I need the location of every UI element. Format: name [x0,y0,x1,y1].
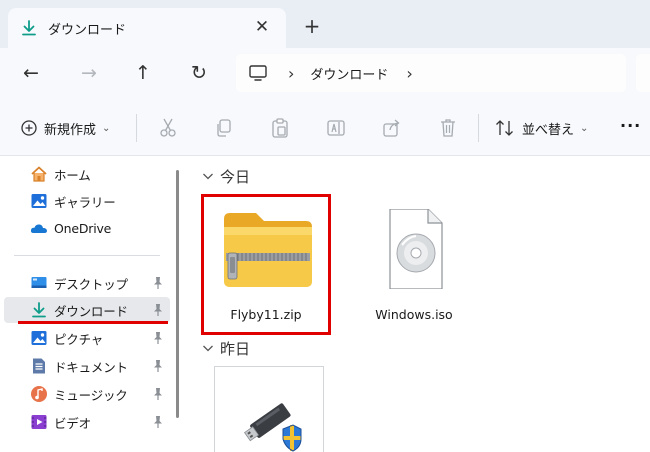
desktop-icon [31,277,47,288]
share-icon[interactable] [382,116,402,140]
cut-icon[interactable] [158,116,178,140]
music-icon [31,386,47,402]
navigation-bar: ← → ↑ ↻ › ダウンロード › [0,48,650,100]
sidebar-item-onedrive[interactable]: OneDrive [4,215,170,241]
usb-drive-shield-icon [243,403,302,452]
breadcrumb-separator-end[interactable]: › [406,64,412,83]
tab-title: ダウンロード [48,22,127,38]
sidebar-item-videos[interactable]: ビデオ [4,409,170,435]
video-icon [31,415,47,429]
back-button[interactable]: ← [18,60,44,86]
file-item-iso[interactable]: Windows.iso [354,199,474,329]
group-header-today[interactable]: 今日 [202,165,250,187]
command-bar: 新規作成 ⌄ 並べ替え ⌄ ··· [0,100,650,156]
sidebar-item-pictures[interactable]: ピクチャ [4,325,170,351]
annotation-highlight-box [201,194,331,335]
plus-circle-icon [21,120,37,136]
sidebar-item-gallery[interactable]: ギャラリー [4,188,170,214]
sidebar-item-label: ピクチャ [54,331,104,347]
gallery-icon [31,194,47,208]
address-bar[interactable]: › ダウンロード › [236,54,626,92]
delete-icon[interactable] [438,116,458,140]
up-button[interactable]: ↑ [130,60,156,86]
sidebar-item-downloads[interactable]: ダウンロード [4,297,170,323]
sidebar-scrollbar[interactable] [176,170,179,418]
new-button-label: 新規作成 [44,122,97,138]
file-list: 今日 Flyby11.zip Windows.iso 昨日 [190,157,650,452]
search-box[interactable] [636,54,650,92]
title-bar: ダウンロード ✕ + [0,0,650,48]
sidebar-item-label: ビデオ [54,415,91,431]
rename-icon[interactable] [326,116,346,140]
forward-button[interactable]: → [76,60,102,86]
this-pc-icon[interactable] [248,64,268,82]
onedrive-icon [30,224,47,233]
sidebar-item-home[interactable]: ホーム [4,161,170,187]
group-header-yesterday[interactable]: 昨日 [202,337,250,359]
refresh-button[interactable]: ↻ [186,60,212,86]
sidebar-item-label: ダウンロード [54,303,128,319]
breadcrumb-separator[interactable]: › [288,64,294,83]
sidebar-item-label: ホーム [54,167,91,183]
home-icon [31,166,47,182]
paste-icon[interactable] [270,116,290,140]
copy-icon[interactable] [214,116,234,140]
pin-icon[interactable] [152,359,164,373]
file-name: Windows.iso [375,307,453,322]
sidebar-divider [14,255,160,256]
annotation-underline [18,321,168,324]
command-divider [136,114,137,142]
navigation-pane: ホーム ギャラリー OneDrive デスクトップ ダウンロード ピクチャ ドキ… [0,157,176,452]
documents-icon [33,358,45,374]
download-icon [22,20,36,36]
chevron-down-icon [203,345,213,352]
pin-icon[interactable] [152,276,164,290]
sidebar-item-label: OneDrive [54,220,112,236]
breadcrumb-downloads[interactable]: ダウンロード [310,64,388,83]
close-tab-button[interactable]: ✕ [252,17,272,37]
sort-button[interactable]: 並べ替え ⌄ [494,116,588,140]
sidebar-item-label: ミュージック [54,387,128,403]
sidebar-item-documents[interactable]: ドキュメント [4,353,170,379]
pin-icon[interactable] [152,331,164,345]
chevron-down-icon [203,173,213,180]
tab-downloads[interactable]: ダウンロード ✕ [8,8,286,48]
chevron-down-icon: ⌄ [102,122,111,134]
sort-icon [496,120,513,136]
more-options-button[interactable]: ··· [620,116,641,135]
pictures-icon [31,331,47,345]
sidebar-item-label: ドキュメント [54,359,128,375]
chevron-down-icon: ⌄ [580,122,589,134]
command-divider [478,114,479,142]
pin-icon[interactable] [152,303,164,317]
disc-image-icon [389,209,443,289]
pin-icon[interactable] [152,415,164,429]
new-button[interactable]: 新規作成 ⌄ [20,116,110,140]
sort-button-label: 並べ替え [522,122,575,138]
pin-icon[interactable] [152,387,164,401]
sidebar-item-music[interactable]: ミュージック [4,381,170,407]
group-label: 今日 [220,167,251,186]
sidebar-item-desktop[interactable]: デスクトップ [4,270,170,296]
download-icon [32,302,46,318]
group-label: 昨日 [220,339,251,358]
sidebar-item-label: デスクトップ [54,276,128,292]
file-item-usb-tool[interactable] [214,366,324,452]
sidebar-item-label: ギャラリー [54,194,116,210]
new-tab-button[interactable]: + [300,14,324,38]
